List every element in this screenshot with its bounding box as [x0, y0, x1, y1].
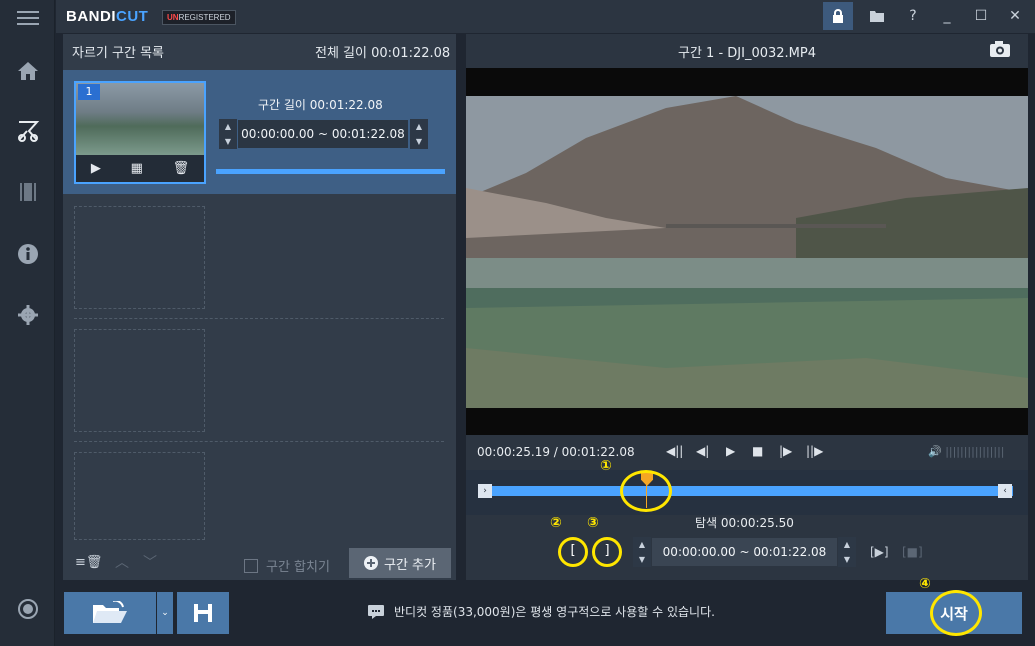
play-icon[interactable]: ▶ — [91, 161, 101, 176]
annotation-3: ③ — [587, 515, 599, 531]
next-frame-icon[interactable]: |▶ — [779, 444, 792, 458]
timeline-start-handle[interactable]: › — [478, 484, 492, 498]
prev-segment-icon[interactable]: ◀|| — [666, 444, 683, 458]
end-time-stepper[interactable]: ▲ ▼ — [410, 119, 428, 149]
segment-range-field[interactable]: 00:00:00.00 ~ 00:01:22.08 — [238, 120, 408, 148]
stop-range-icon[interactable]: [■] — [902, 545, 923, 559]
help-button[interactable]: ? — [898, 2, 928, 30]
range-field[interactable]: 00:00:00.00 ~ 00:01:22.08 — [652, 538, 837, 566]
start-time-stepper[interactable]: ▲ ▼ — [219, 119, 237, 149]
seek-time: 탐색 00:00:25.50 — [695, 516, 794, 530]
video-frame — [466, 68, 1028, 435]
prev-frame-icon[interactable]: ◀| — [696, 444, 709, 458]
record-icon[interactable] — [12, 593, 44, 625]
checkbox-icon[interactable] — [244, 558, 258, 573]
chat-icon — [368, 604, 384, 619]
play-icon[interactable]: ▶ — [726, 444, 735, 458]
close-button[interactable]: ✕ — [1000, 2, 1030, 30]
clear-list-icon[interactable]: ≡🗑 — [75, 555, 102, 570]
minimize-button[interactable]: _ — [932, 2, 962, 30]
save-icon — [194, 604, 212, 622]
timeline-end-handle[interactable]: ‹ — [998, 484, 1012, 498]
range-end-stepper[interactable]: ▲ ▼ — [838, 537, 856, 567]
open-file-button[interactable] — [64, 592, 156, 634]
open-dropdown-button[interactable]: ⌄ — [157, 592, 173, 634]
home-icon[interactable] — [12, 55, 44, 87]
segment-progress-bar — [216, 169, 445, 174]
add-segment-button[interactable]: 구간 추가 — [349, 548, 451, 578]
annotation-ring-4 — [930, 590, 982, 636]
annotation-4: ④ — [919, 576, 931, 592]
add-segment-label: 구간 추가 — [384, 557, 436, 573]
volume-icon[interactable]: 🔊 |||||||||||||||| — [928, 445, 1005, 458]
set-end-button[interactable]: ] — [598, 540, 616, 562]
gear-icon[interactable] — [12, 299, 44, 331]
folder-open-icon — [93, 601, 127, 623]
hamburger-icon[interactable] — [12, 2, 44, 34]
video-preview[interactable] — [466, 68, 1028, 435]
play-range-icon[interactable]: [▶] — [870, 545, 889, 559]
stop-icon[interactable]: ■ — [752, 444, 763, 458]
timeline-bar[interactable] — [478, 486, 1013, 496]
info-icon[interactable] — [12, 238, 44, 270]
empty-segment-slot — [74, 206, 205, 309]
current-time: 00:00:25.19 / 00:01:22.08 — [477, 445, 635, 459]
divider — [74, 441, 444, 442]
folder-icon[interactable] — [862, 2, 892, 30]
save-button[interactable] — [177, 592, 229, 634]
sidebar — [0, 0, 55, 646]
annotation-1: ① — [600, 458, 612, 474]
segment-list-title: 자르기 구간 목록 — [72, 46, 164, 61]
scissors-icon[interactable] — [12, 115, 44, 147]
camera-icon[interactable] — [989, 40, 1013, 60]
move-down-icon[interactable]: ﹀ — [143, 552, 157, 572]
divider — [74, 318, 444, 319]
total-length: 전체 길이 00:01:22.08 — [315, 46, 451, 61]
unregistered-badge[interactable]: UNREGISTERED — [162, 10, 236, 25]
promo-text: 반디컷 정품(33,000원)은 평생 영구적으로 사용할 수 있습니다. — [394, 605, 715, 619]
maximize-button[interactable]: ☐ — [966, 2, 996, 30]
empty-segment-slot — [74, 329, 205, 432]
trash-icon[interactable]: 🗑 — [173, 161, 190, 176]
preview-title: 구간 1 - DJI_0032.MP4 — [677, 46, 816, 61]
thumbnail-toolbar: ▶ ▦ 🗑 — [76, 155, 204, 182]
segment-length: 구간 길이 00:01:22.08 — [258, 98, 383, 112]
promo-message[interactable]: 반디컷 정품(33,000원)은 평생 영구적으로 사용할 수 있습니다. — [368, 603, 715, 620]
move-up-icon[interactable]: ︿ — [115, 552, 129, 572]
next-segment-icon[interactable]: ||▶ — [806, 444, 823, 458]
annotation-2: ② — [550, 515, 562, 531]
plus-icon — [364, 556, 378, 570]
merge-checkbox[interactable]: 구간 합치기 — [244, 556, 330, 575]
set-start-button[interactable]: [ — [564, 540, 582, 562]
merge-label: 구간 합치기 — [266, 560, 330, 575]
empty-segment-slot — [74, 452, 205, 540]
lock-icon[interactable] — [823, 2, 853, 30]
range-start-stepper[interactable]: ▲ ▼ — [633, 537, 651, 567]
annotation-ring-1 — [620, 470, 672, 512]
grid-icon[interactable]: ▦ — [131, 161, 143, 176]
segment-number: 1 — [78, 84, 100, 100]
app-logo: BANDICUT — [66, 8, 149, 25]
film-icon[interactable] — [12, 176, 44, 208]
